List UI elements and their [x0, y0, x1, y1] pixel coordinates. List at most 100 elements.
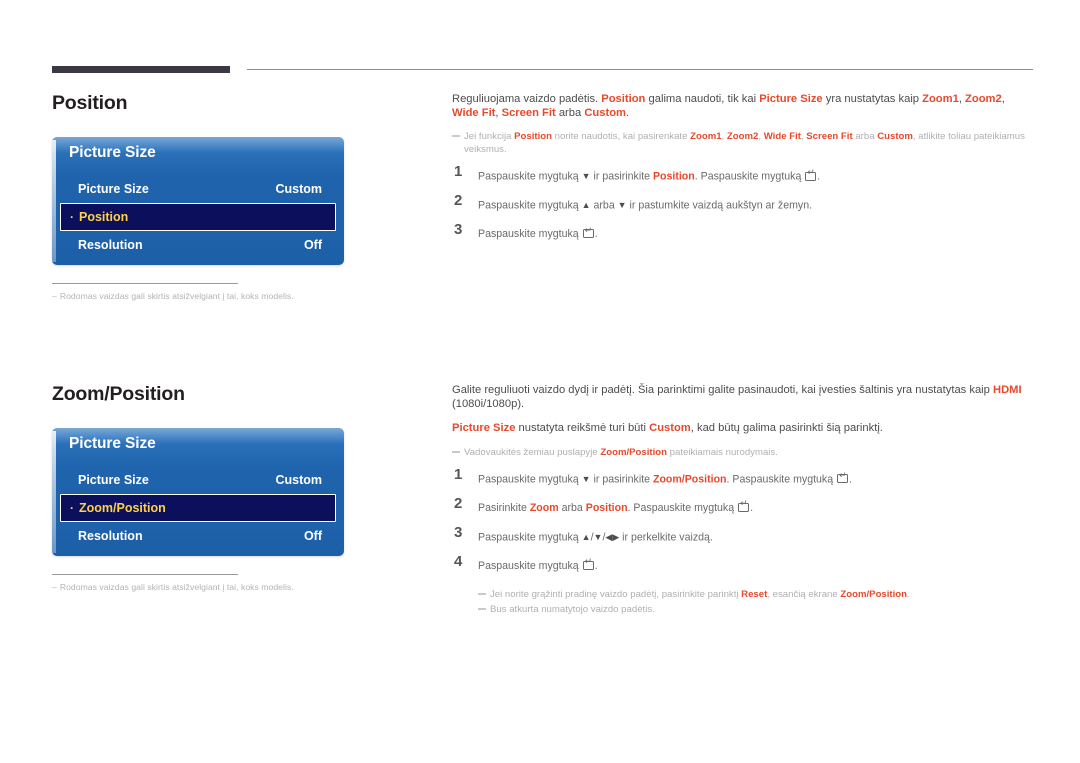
text-run: Jei funkcija	[464, 131, 515, 143]
osd-row-resolution[interactable]: Resolution Off	[60, 231, 336, 259]
step-text: Paspauskite mygtuką .	[478, 226, 1034, 241]
osd-row-label: Resolution	[78, 529, 143, 543]
tail-note: Jei norite grąžinti pradinę vaizdo padėt…	[478, 587, 1034, 602]
panel-footnote: – Rodomas vaizdas gali skirtis atsižvelgi…	[52, 283, 294, 301]
step-number: 1	[454, 465, 463, 483]
text-run: Jei norite grąžinti pradinę vaizdo padėt…	[490, 588, 742, 600]
step-text: Paspauskite mygtuką .	[478, 557, 1034, 573]
panel-footnote-text: – Rodomas vaizdas gali skirtis atsižvelgi…	[52, 582, 294, 592]
footnote-body: Rodomas vaizdas gali skirtis atsižvelgia…	[59, 291, 294, 301]
highlighted-term: Zoom1	[690, 131, 722, 143]
osd-menu-picture-size-zoom[interactable]: Picture Size Picture Size Custom · Zoom/…	[52, 428, 344, 556]
text-run: . Paspauskite mygtuką	[726, 473, 837, 486]
osd-row-picture-size[interactable]: Picture Size Custom	[60, 175, 336, 203]
highlighted-term: HDMI	[993, 384, 1022, 396]
arrow-down-icon: ▼	[581, 171, 591, 182]
step-text: Pasirinkite Zoom arba Position. Paspausk…	[478, 499, 1034, 515]
osd-row-label: Zoom/Position	[79, 501, 166, 515]
text-run: arba	[590, 199, 618, 212]
osd-menu-rows: Picture Size Custom · Position Resolutio…	[60, 175, 336, 259]
text-run: arba	[852, 131, 878, 143]
text-run: .	[849, 473, 853, 486]
osd-row-label: Picture Size	[78, 473, 149, 487]
highlighted-term: Zoom2	[726, 131, 759, 143]
arrow-down-icon: ▼	[617, 200, 627, 211]
highlighted-term: Position	[585, 501, 628, 514]
osd-row-value: Custom	[275, 473, 322, 487]
tail-note: Bus atkurta numatytojo vaizdo padėtis.	[478, 602, 1034, 617]
reference-note: Vadovaukitės žemiau puslapyje Zoom/Posit…	[452, 446, 1034, 459]
step-item: 3 Paspauskite mygtuką .	[452, 221, 1034, 255]
osd-row-position-selected[interactable]: · Position	[60, 203, 336, 231]
text-run: nustatyta reikšmė turi būti	[515, 422, 650, 435]
osd-row-value: Off	[303, 238, 322, 252]
text-run: arba	[558, 501, 586, 514]
text-run: .	[625, 107, 630, 120]
text-run: ir pastumkite vaizdą aukštyn ar žemyn.	[626, 199, 813, 212]
section-position-left-column: Position Picture Size Picture Size Custo…	[52, 92, 432, 301]
text-run: (1080i/1080p).	[452, 398, 525, 411]
text-run: Vadovaukitės žemiau puslapyje	[464, 446, 601, 458]
osd-row-label: Picture Size	[78, 182, 149, 196]
highlighted-term: Screen Fit	[806, 131, 853, 143]
osd-row-value: Custom	[275, 182, 322, 196]
text-run: Paspauskite mygtuką	[478, 199, 582, 212]
step-number: 3	[454, 221, 463, 239]
highlighted-term: Custom	[584, 107, 626, 120]
text-run: norite naudotis, kai pasirenkate	[551, 131, 691, 143]
intro-paragraph: Galite reguliuoti vaizdo dydį ir padėtį.…	[452, 383, 1034, 411]
enter-key-icon	[582, 557, 594, 570]
text-run: .	[750, 501, 754, 514]
highlighted-term: Zoom	[529, 501, 559, 514]
highlighted-term: Wide Fit	[452, 107, 496, 120]
text-run: yra nustatytas kaip	[822, 93, 923, 105]
osd-menu-rows: Picture Size Custom · Zoom/Position Reso…	[60, 466, 336, 550]
step-number: 2	[454, 192, 463, 210]
osd-menu-picture-size-position[interactable]: Picture Size Picture Size Custom · Posit…	[52, 137, 344, 265]
section-position-right-column: Reguliuojama vaizdo padėtis. Position ga…	[452, 92, 1034, 255]
step-number: 4	[454, 552, 463, 570]
osd-row-picture-size[interactable]: Picture Size Custom	[60, 466, 336, 494]
text-run: ir perkelkite vaizdą.	[619, 531, 713, 544]
text-run: Paspauskite mygtuką	[478, 531, 582, 544]
highlighted-term: Picture Size	[759, 93, 823, 105]
text-run: .	[907, 588, 910, 600]
condition-note: Jei funkcija Position norite naudotis, k…	[452, 130, 1034, 156]
highlighted-term: Zoom2	[965, 93, 1002, 105]
selection-bullet-icon: ·	[70, 210, 74, 224]
step-list-position: 1 Paspauskite mygtuką ▼ ir pasirinkite Po…	[452, 163, 1034, 255]
text-run: galima naudoti, tik kai	[645, 93, 760, 105]
highlighted-term: Reset	[741, 588, 768, 600]
footnote-body: Rodomas vaizdas gali skirtis atsižvelgia…	[59, 582, 294, 592]
step-item: 4 Paspauskite mygtuką .	[452, 552, 1034, 587]
enter-key-icon	[738, 499, 750, 512]
text-run: ir pasirinkite	[590, 170, 653, 183]
page-title-position: Position	[52, 92, 128, 114]
text-run: Paspauskite mygtuką	[478, 559, 582, 572]
osd-row-resolution[interactable]: Resolution Off	[60, 522, 336, 550]
text-run: Paspauskite mygtuką	[478, 228, 582, 241]
text-run: Paspauskite mygtuką	[478, 473, 582, 486]
text-run: , esančią ekrane	[767, 588, 841, 600]
highlighted-term: Position	[601, 93, 646, 105]
intro-paragraph: Reguliuojama vaizdo padėtis. Position ga…	[452, 92, 1034, 120]
step-text: Paspauskite mygtuką ▼ ir pasirinkite Pos…	[478, 168, 1034, 184]
osd-row-zoom-position-selected[interactable]: · Zoom/Position	[60, 494, 336, 522]
text-run: arba	[555, 107, 585, 120]
highlighted-term: Position	[514, 131, 552, 143]
footnote-dash-icon: –	[52, 291, 57, 301]
section-zoom-right-column: Galite reguliuoti vaizdo dydį ir padėtį.…	[452, 383, 1034, 617]
osd-row-label: Resolution	[78, 238, 143, 252]
header-accent-bar	[52, 66, 230, 73]
text-run: ,	[1001, 93, 1005, 105]
enter-key-icon	[805, 168, 817, 181]
step-number: 1	[454, 163, 463, 181]
text-run: .	[817, 170, 821, 183]
step-item: 1 Paspauskite mygtuką ▼ ir pasirinkite Po…	[452, 163, 1034, 197]
highlighted-term: Custom	[649, 422, 691, 435]
text-run: pateikiamais nurodymais.	[666, 446, 778, 458]
step-item: 2 Pasirinkite Zoom arba Position. Paspaus…	[452, 496, 1034, 529]
page-title-zoom-position: Zoom/Position	[52, 383, 185, 405]
text-run: ir pasirinkite	[590, 473, 653, 486]
step-list-zoom-position: 1 Paspauskite mygtuką ▼ ir pasirinkite Zo…	[452, 465, 1034, 587]
